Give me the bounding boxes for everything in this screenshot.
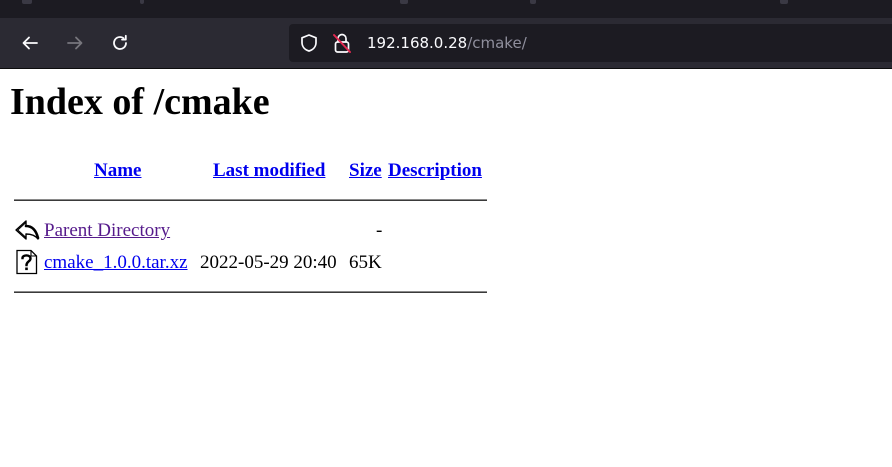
forward-button[interactable] [61, 29, 89, 57]
navigation-toolbar: 192.168.0.28/cmake/ [0, 18, 892, 68]
shield-icon[interactable] [299, 33, 319, 53]
file-link-cmake[interactable]: cmake_1.0.0.tar.xz [44, 251, 188, 275]
reload-button[interactable] [106, 29, 134, 57]
unknown-file-icon [16, 249, 38, 275]
tab-edge [140, 0, 144, 4]
tab-edge [530, 0, 536, 4]
row-last-modified: 2022-05-29 20:40 [200, 252, 337, 273]
reload-icon [113, 34, 127, 50]
url-host: 192.168.0.28 [367, 34, 468, 52]
url-text[interactable]: 192.168.0.28/cmake/ [367, 33, 527, 53]
row-size: 65K [349, 252, 382, 273]
tab-edge [22, 0, 32, 4]
column-header-size[interactable]: Size [349, 159, 382, 183]
footer-divider [14, 291, 487, 293]
url-path: /cmake/ [467, 34, 527, 52]
back-button[interactable] [16, 29, 44, 57]
url-bar[interactable]: 192.168.0.28/cmake/ [289, 24, 892, 62]
arrow-right-icon [67, 36, 83, 50]
page-content: Index of /cmake Name Last modified Size … [0, 69, 892, 467]
tab-edge [400, 0, 408, 4]
tab-edge [780, 0, 788, 4]
column-header-name[interactable]: Name [94, 159, 141, 183]
header-divider [14, 199, 487, 201]
column-header-last-modified[interactable]: Last modified [213, 159, 325, 183]
tab-strip [0, 0, 892, 18]
back-arrow-icon [15, 220, 40, 240]
parent-directory-link[interactable]: Parent Directory [44, 219, 170, 243]
arrow-left-icon [22, 36, 38, 50]
row-size: - [376, 220, 383, 241]
page-title: Index of /cmake [10, 81, 270, 123]
column-header-description[interactable]: Description [388, 159, 482, 183]
insecure-lock-icon[interactable] [332, 32, 352, 54]
